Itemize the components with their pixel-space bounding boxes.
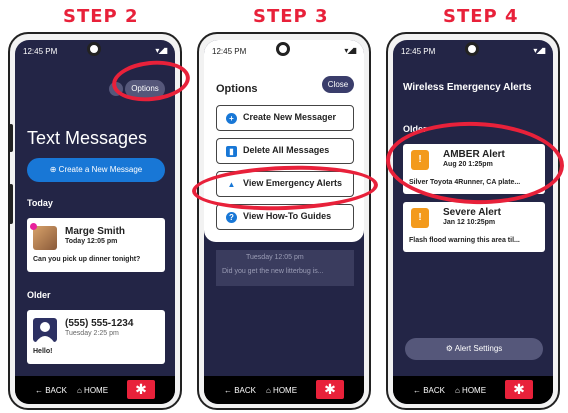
camera-icon [87,42,101,56]
bottom-nav: ← BACK ⌂ HOME ✱ [15,376,175,404]
signal-icon: ▾◢▮ [155,46,168,55]
alert-card[interactable]: ! Severe Alert Jan 12 10:25pm Flash floo… [403,202,545,252]
step-2-title: STEP 2 [63,6,139,27]
menu-create-message[interactable]: + Create New Messager [216,105,354,131]
page-title: Wireless Emergency Alerts [403,82,532,93]
camera-icon [465,42,479,56]
alert-time: Jan 12 10:25pm [443,219,496,226]
close-button[interactable]: Close [322,76,354,93]
options-sheet: 12:45 PM ▾◢▮ Options Close + Create New … [204,40,364,242]
bottom-nav: ← BACK ⌂ HOME ✱ [204,376,364,404]
menu-delete-messages[interactable]: ▮ Delete All Messages [216,138,354,164]
message-time: Today 12:05 pm [65,238,118,245]
screen: 12:45 PM ▾◢▮ Wireless Emergency Alerts O… [393,40,553,404]
avatar [33,226,57,250]
person-icon [33,318,57,342]
back-button[interactable]: ← BACK [224,386,256,395]
home-button[interactable]: ⌂ HOME [266,386,297,395]
phone-step-4: 12:45 PM ▾◢▮ Wireless Emergency Alerts O… [386,32,560,410]
star-icon[interactable]: ✱ [316,380,344,399]
page-title: Text Messages [27,128,148,148]
bottom-nav: ← BACK ⌂ HOME ✱ [393,376,553,404]
home-button[interactable]: ⌂ HOME [455,386,486,395]
star-icon[interactable]: ✱ [505,380,533,399]
alert-settings-button[interactable]: ⚙ Alert Settings [405,338,543,360]
step-3-title: STEP 3 [253,6,329,27]
message-card[interactable]: Marge Smith Today 12:05 pm Can you pick … [27,218,165,272]
message-preview: Hello! [33,348,53,355]
signal-icon: ▾◢▮ [533,46,546,55]
message-preview: Can you pick up dinner tonight? [33,256,141,263]
message-card[interactable]: (555) 555-1234 Tuesday 2:25 pm Hello! [27,310,165,364]
older-heading: Older [27,290,51,300]
create-message-button[interactable]: ⊕ Create a New Message [27,158,165,182]
star-icon[interactable]: ✱ [127,380,155,399]
sender-name: (555) 555-1234 [65,318,134,329]
help-icon: ? [226,212,237,223]
today-heading: Today [27,198,53,208]
plus-icon: + [226,113,237,124]
alert-title: Severe Alert [443,207,501,218]
sheet-title: Options [216,83,258,95]
signal-icon: ▾◢▮ [344,46,357,55]
step-4-title: STEP 4 [443,6,519,27]
alert-preview: Flash flood warning this area til... [409,237,520,244]
trash-icon: ▮ [226,146,237,157]
background-message: Tuesday 12:05 pm Did you get the new lit… [216,250,354,286]
back-button[interactable]: ← BACK [35,386,67,395]
unread-dot-icon [30,223,37,230]
back-button[interactable]: ← BACK [413,386,445,395]
camera-icon [276,42,290,56]
home-button[interactable]: ⌂ HOME [77,386,108,395]
phone-step-3: Tuesday 12:05 pm Did you get the new lit… [197,32,371,410]
message-time: Tuesday 2:25 pm [65,330,119,337]
screen: Tuesday 12:05 pm Did you get the new lit… [204,40,364,404]
sender-name: Marge Smith [65,226,126,237]
warning-icon: ! [411,208,429,228]
